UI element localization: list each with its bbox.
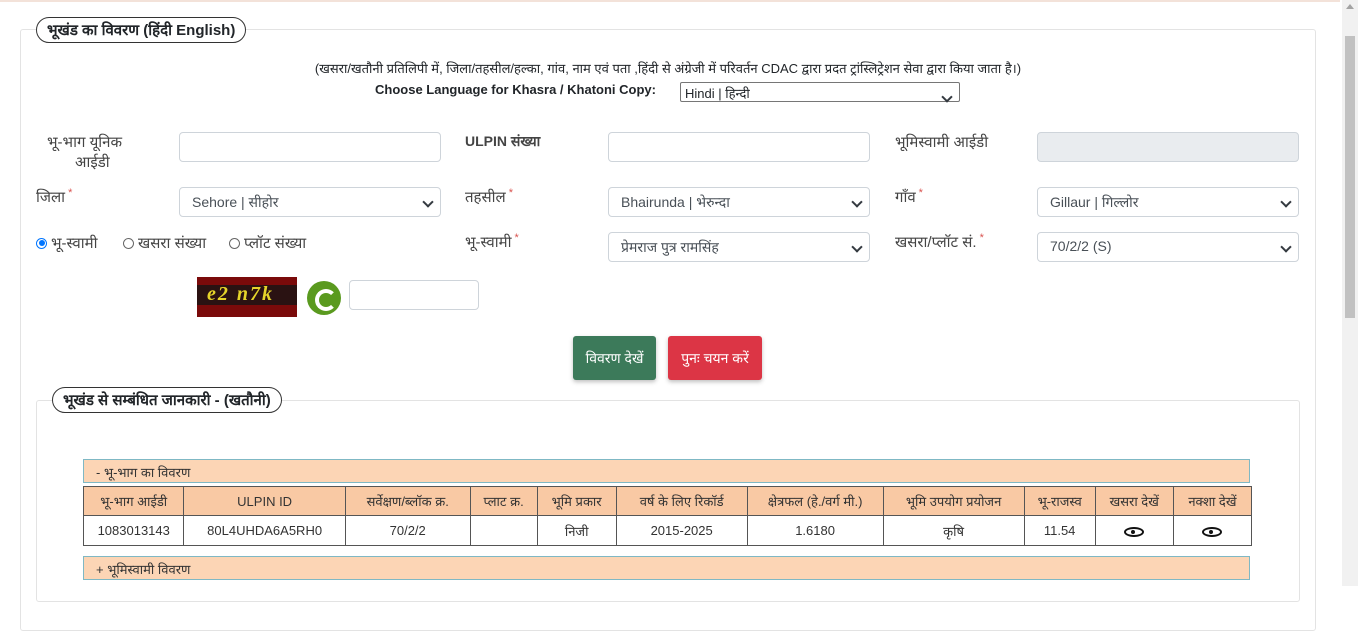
cell-land-type: निजी <box>536 515 617 546</box>
captcha-image: e2 n7k <box>197 277 297 317</box>
radio-owner[interactable]: भू-स्वामी <box>36 233 97 253</box>
cell-revenue: 11.54 <box>1023 515 1096 546</box>
cell-land-use: कृषि <box>882 515 1025 546</box>
village-label: गाँव * <box>895 187 923 206</box>
land-panel-header[interactable]: - भू-भाग का विवरण <box>83 459 1250 483</box>
col-land-id: भू-भाग आईडी <box>82 486 185 516</box>
col-area: क्षेत्रफल (हे./वर्ग मी.) <box>746 486 884 516</box>
tehsil-select[interactable]: Bhairunda | भेरुन्दा <box>608 187 870 217</box>
view-details-button[interactable]: विवरण देखें <box>573 336 656 380</box>
cell-land-id: 1083013143 <box>82 515 185 546</box>
page-scrollbar[interactable] <box>1342 0 1358 586</box>
col-ulpin: ULPIN ID <box>183 486 346 516</box>
scroll-up-icon[interactable] <box>1346 4 1354 9</box>
col-revenue: भू-राजस्व <box>1023 486 1096 516</box>
cell-ulpin: 80L4UHDA6A5RH0 <box>183 515 346 546</box>
radio-khasra-dot[interactable] <box>123 237 134 249</box>
col-land-use: भूमि उपयोग प्रयोजन <box>882 486 1025 516</box>
captcha-input[interactable] <box>349 280 479 310</box>
radio-owner-dot[interactable] <box>36 237 47 249</box>
col-record-year: वर्ष के लिए रिकॉर्ड <box>615 486 748 516</box>
owner-select[interactable]: प्रेमराज पुत्र रामसिंह <box>608 232 870 262</box>
table-row: 1083013143 80L4UHDA6A5RH0 70/2/2 निजी 20… <box>82 515 1253 546</box>
view-map-eye-icon[interactable] <box>1202 526 1223 537</box>
village-select[interactable]: Gillaur | गिल्लोर <box>1037 187 1299 217</box>
khasra-select[interactable]: 70/2/2 (S) <box>1037 232 1299 262</box>
cell-survey: 70/2/2 <box>344 515 471 546</box>
view-khasra-eye-icon[interactable] <box>1124 526 1145 537</box>
language-selected: Hindi | हिन्दी <box>685 86 750 101</box>
refresh-captcha-icon[interactable] <box>307 281 341 315</box>
cell-view-khasra[interactable] <box>1094 515 1174 546</box>
col-plot: प्लाट क्र. <box>469 486 538 516</box>
col-view-khasra: खसरा देखें <box>1094 486 1174 516</box>
ulpin-label: ULPIN संख्या <box>465 133 541 149</box>
owner-label: भू-स्वामी * <box>465 232 519 251</box>
section-title: भूखंड का विवरण (हिंदी English) <box>36 17 247 43</box>
khatauni-section-title: भूखंड से सम्बंधित जानकारी - (खतौनी) <box>52 387 282 413</box>
owner-id-input <box>1037 132 1299 162</box>
khasra-label: खसरा/प्लॉट सं. * <box>895 232 984 251</box>
reset-selection-button[interactable]: पुनः चयन करें <box>668 336 762 380</box>
table-header-row: भू-भाग आईडी ULPIN ID सर्वेक्षण/ब्लॉक क्र… <box>82 486 1253 516</box>
language-label: Choose Language for Khasra / Khatoni Cop… <box>375 82 656 97</box>
language-select[interactable]: Hindi | हिन्दी <box>680 82 960 102</box>
district-select[interactable]: Sehore | सीहोर <box>179 187 441 217</box>
radio-plot[interactable]: प्लॉट संख्या <box>229 233 306 253</box>
unique-id-label-2: आईडी <box>75 154 110 171</box>
col-land-type: भूमि प्रकार <box>536 486 617 516</box>
cell-area: 1.6180 <box>746 515 884 546</box>
col-survey: सर्वेक्षण/ब्लॉक क्र. <box>344 486 471 516</box>
tehsil-label: तहसील * <box>465 187 513 206</box>
ulpin-input[interactable] <box>608 132 870 162</box>
land-details-table: भू-भाग आईडी ULPIN ID सर्वेक्षण/ब्लॉक क्र… <box>82 486 1253 546</box>
district-label: जिला * <box>36 187 73 206</box>
cell-plot <box>469 515 538 546</box>
transliteration-notice: (खसरा/खतौनी प्रतिलिपी में, जिला/तहसील/हल… <box>314 61 1022 76</box>
radio-plot-dot[interactable] <box>229 237 240 249</box>
radio-khasra[interactable]: खसरा संख्या <box>123 233 206 253</box>
top-border <box>0 0 1340 2</box>
owner-id-label: भूमिस्वामी आईडी <box>895 134 989 151</box>
owner-panel-header[interactable]: + भूमिस्वामी विवरण <box>83 556 1250 580</box>
col-view-map: नक्शा देखें <box>1172 486 1253 516</box>
scrollbar-thumb[interactable] <box>1345 36 1355 318</box>
cell-record-year: 2015-2025 <box>615 515 748 546</box>
cell-view-map[interactable] <box>1172 515 1253 546</box>
unique-id-input[interactable] <box>179 132 441 162</box>
unique-id-label: भू-भाग यूनिक <box>47 134 123 151</box>
